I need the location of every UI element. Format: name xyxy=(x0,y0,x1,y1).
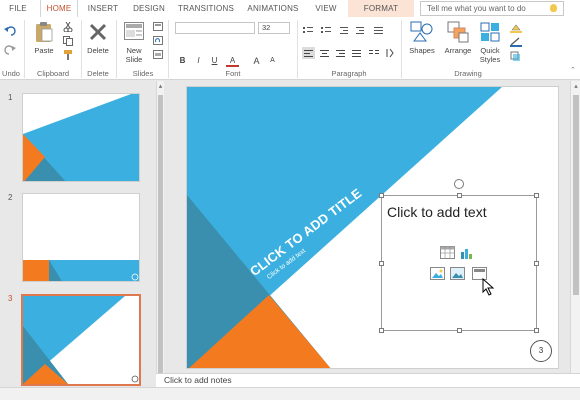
new-slide-icon[interactable] xyxy=(124,22,144,40)
slide-canvas[interactable]: CLICK TO ADD TITLE Click to add text Cli… xyxy=(186,86,559,369)
resize-handle[interactable] xyxy=(534,193,539,198)
thumbnail-slide-2[interactable] xyxy=(22,193,140,282)
resize-handle[interactable] xyxy=(457,193,462,198)
copy-icon[interactable] xyxy=(63,36,73,46)
group-label-font: Font xyxy=(225,69,241,78)
font-secondary-row xyxy=(175,39,285,51)
tab-home[interactable]: HOME xyxy=(40,0,78,17)
group-label-paragraph: Paragraph xyxy=(331,69,367,78)
text-direction-button[interactable] xyxy=(384,47,397,59)
placeholder-title: Click to add text xyxy=(387,204,487,220)
group-label-clipboard: Clipboard xyxy=(36,69,70,78)
rotate-icon[interactable] xyxy=(454,179,464,189)
chart-icon[interactable] xyxy=(460,246,475,259)
quick-styles-label-2: Styles xyxy=(479,55,501,64)
group-label-undo: Undo xyxy=(2,69,20,78)
thumbnail-number: 3 xyxy=(8,294,13,303)
paragraph-list-row xyxy=(303,27,383,34)
powerpoint-window: FILE HOME INSERT DESIGN TRANSITIONS ANIM… xyxy=(0,0,580,400)
bulb-icon xyxy=(550,4,557,12)
tab-view[interactable]: VIEW xyxy=(310,0,342,17)
font-size-field[interactable]: 32 xyxy=(258,22,290,34)
resize-handle[interactable] xyxy=(534,261,539,266)
ribbon: Undo Paste Clipboard Delete Delete New S… xyxy=(0,17,580,80)
shapes-button[interactable]: Shapes xyxy=(404,46,440,55)
tab-file[interactable]: FILE xyxy=(2,0,34,17)
shrink-font-button[interactable]: A xyxy=(266,55,279,67)
thumbnail-slide-3-selected[interactable] xyxy=(21,294,141,386)
resize-handle[interactable] xyxy=(379,193,384,198)
bold-button[interactable]: B xyxy=(176,55,189,67)
grow-font-button[interactable]: A xyxy=(250,55,263,67)
table-icon[interactable] xyxy=(440,246,455,259)
scroll-up-icon[interactable]: ▴ xyxy=(572,83,580,91)
delete-icon[interactable] xyxy=(88,22,108,42)
undo-icon[interactable] xyxy=(4,26,16,36)
align-left-button[interactable] xyxy=(302,47,315,59)
thumbnails-scroll-thumb[interactable] xyxy=(158,95,163,375)
tab-insert[interactable]: INSERT xyxy=(82,0,124,17)
align-center-button[interactable] xyxy=(318,47,331,59)
slide-number-badge: 3 xyxy=(530,340,552,362)
paste-button[interactable]: Paste xyxy=(30,46,58,55)
tab-format[interactable]: FORMAT xyxy=(348,0,414,17)
quick-styles-label-1: Quick xyxy=(480,46,500,55)
thumbnail-number: 1 xyxy=(8,93,13,102)
cut-icon[interactable] xyxy=(63,22,73,32)
tab-animations[interactable]: ANIMATIONS xyxy=(242,0,304,17)
notes-placeholder: Click to add notes xyxy=(164,375,232,385)
status-bar xyxy=(0,387,580,400)
columns-button[interactable] xyxy=(368,47,381,59)
font-color-button[interactable]: A xyxy=(226,55,239,67)
online-picture-icon[interactable] xyxy=(450,267,465,280)
resize-handle[interactable] xyxy=(379,261,384,266)
content-placeholder[interactable]: Click to add text xyxy=(379,179,539,333)
editor-scrollbar[interactable]: ▴ xyxy=(570,81,580,373)
cursor-icon xyxy=(482,278,495,296)
paste-icon[interactable] xyxy=(34,21,54,43)
tab-design[interactable]: DESIGN xyxy=(128,0,170,17)
slide-thumbnails-panel: 1 2 3 ▴ ▾ xyxy=(0,81,164,387)
quick-styles-icon[interactable] xyxy=(480,21,502,43)
delete-button[interactable]: Delete xyxy=(84,46,112,55)
justify-button[interactable] xyxy=(350,47,363,59)
thumbnail-slide-1[interactable] xyxy=(22,93,140,182)
tab-transitions[interactable]: TRANSITIONS xyxy=(175,0,237,17)
notes-pane[interactable]: Click to add notes xyxy=(156,373,580,387)
tell-me-search[interactable]: Tell me what you want to do xyxy=(420,1,564,16)
arrange-icon[interactable] xyxy=(447,21,469,43)
shape-fill-icon[interactable] xyxy=(510,23,522,33)
resize-handle[interactable] xyxy=(534,328,539,333)
group-label-drawing: Drawing xyxy=(454,69,482,78)
thumbnail-number: 2 xyxy=(8,193,13,202)
new-slide-label-1: New xyxy=(126,46,142,55)
shape-outline-icon[interactable] xyxy=(510,37,522,47)
group-label-slides: Slides xyxy=(132,69,154,78)
editor-scroll-thumb[interactable] xyxy=(573,95,579,295)
resize-handle[interactable] xyxy=(379,328,384,333)
section-icon[interactable] xyxy=(153,50,163,59)
thumbnails-scrollbar[interactable]: ▴ ▾ xyxy=(156,81,164,387)
group-label-delete: Delete xyxy=(87,69,109,78)
quick-styles-button[interactable]: Quick Styles xyxy=(474,46,506,64)
shapes-icon[interactable] xyxy=(410,21,434,43)
align-right-button[interactable] xyxy=(334,47,347,59)
italic-button[interactable]: I xyxy=(192,55,205,67)
ribbon-tabs: FILE HOME INSERT DESIGN TRANSITIONS ANIM… xyxy=(0,0,580,17)
redo-icon[interactable] xyxy=(4,45,16,55)
picture-icon[interactable] xyxy=(430,267,445,280)
scroll-up-icon[interactable]: ▴ xyxy=(157,83,164,91)
tell-me-placeholder: Tell me what you want to do xyxy=(427,4,526,13)
reset-icon[interactable] xyxy=(153,36,163,45)
resize-handle[interactable] xyxy=(457,328,462,333)
format-painter-icon[interactable] xyxy=(63,50,73,60)
collapse-ribbon-icon[interactable]: ⌃ xyxy=(568,67,578,75)
arrange-button[interactable]: Arrange xyxy=(440,46,476,55)
underline-button[interactable]: U xyxy=(208,55,221,67)
layout-icon[interactable] xyxy=(153,22,163,31)
shape-effects-icon[interactable] xyxy=(510,51,522,61)
new-slide-button[interactable]: New Slide xyxy=(119,46,149,64)
font-name-field[interactable] xyxy=(175,22,255,34)
new-slide-label-2: Slide xyxy=(125,55,143,64)
